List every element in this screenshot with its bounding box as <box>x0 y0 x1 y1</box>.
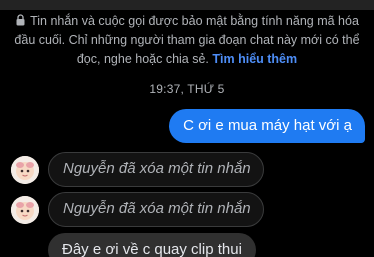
outgoing-message[interactable]: C ơi e mua máy hạt với ạ <box>169 109 365 143</box>
avatar-icon <box>11 196 39 224</box>
message-timestamp: 19:37, THỨ 5 <box>149 82 225 96</box>
unsent-message-bubble[interactable]: Nguyễn đã xóa một tin nhắn <box>48 192 264 227</box>
encryption-notice: Tin nhắn và cuộc gọi được bảo mật bằng t… <box>10 12 364 69</box>
lock-icon <box>16 14 25 26</box>
unsent-message-bubble[interactable]: Nguyễn đã xóa một tin nhắn <box>48 152 264 187</box>
avatar[interactable] <box>11 196 39 224</box>
avatar-icon <box>11 156 39 184</box>
header-edge <box>0 0 374 10</box>
avatar[interactable] <box>11 156 39 184</box>
chat-screen: Tin nhắn và cuộc gọi được bảo mật bằng t… <box>0 0 374 257</box>
learn-more-link[interactable]: Tìm hiểu thêm <box>212 52 297 66</box>
encryption-notice-text: Tin nhắn và cuộc gọi được bảo mật bằng t… <box>14 14 360 66</box>
incoming-message[interactable]: Đây e ơi về c quay clip thui <box>48 233 256 257</box>
